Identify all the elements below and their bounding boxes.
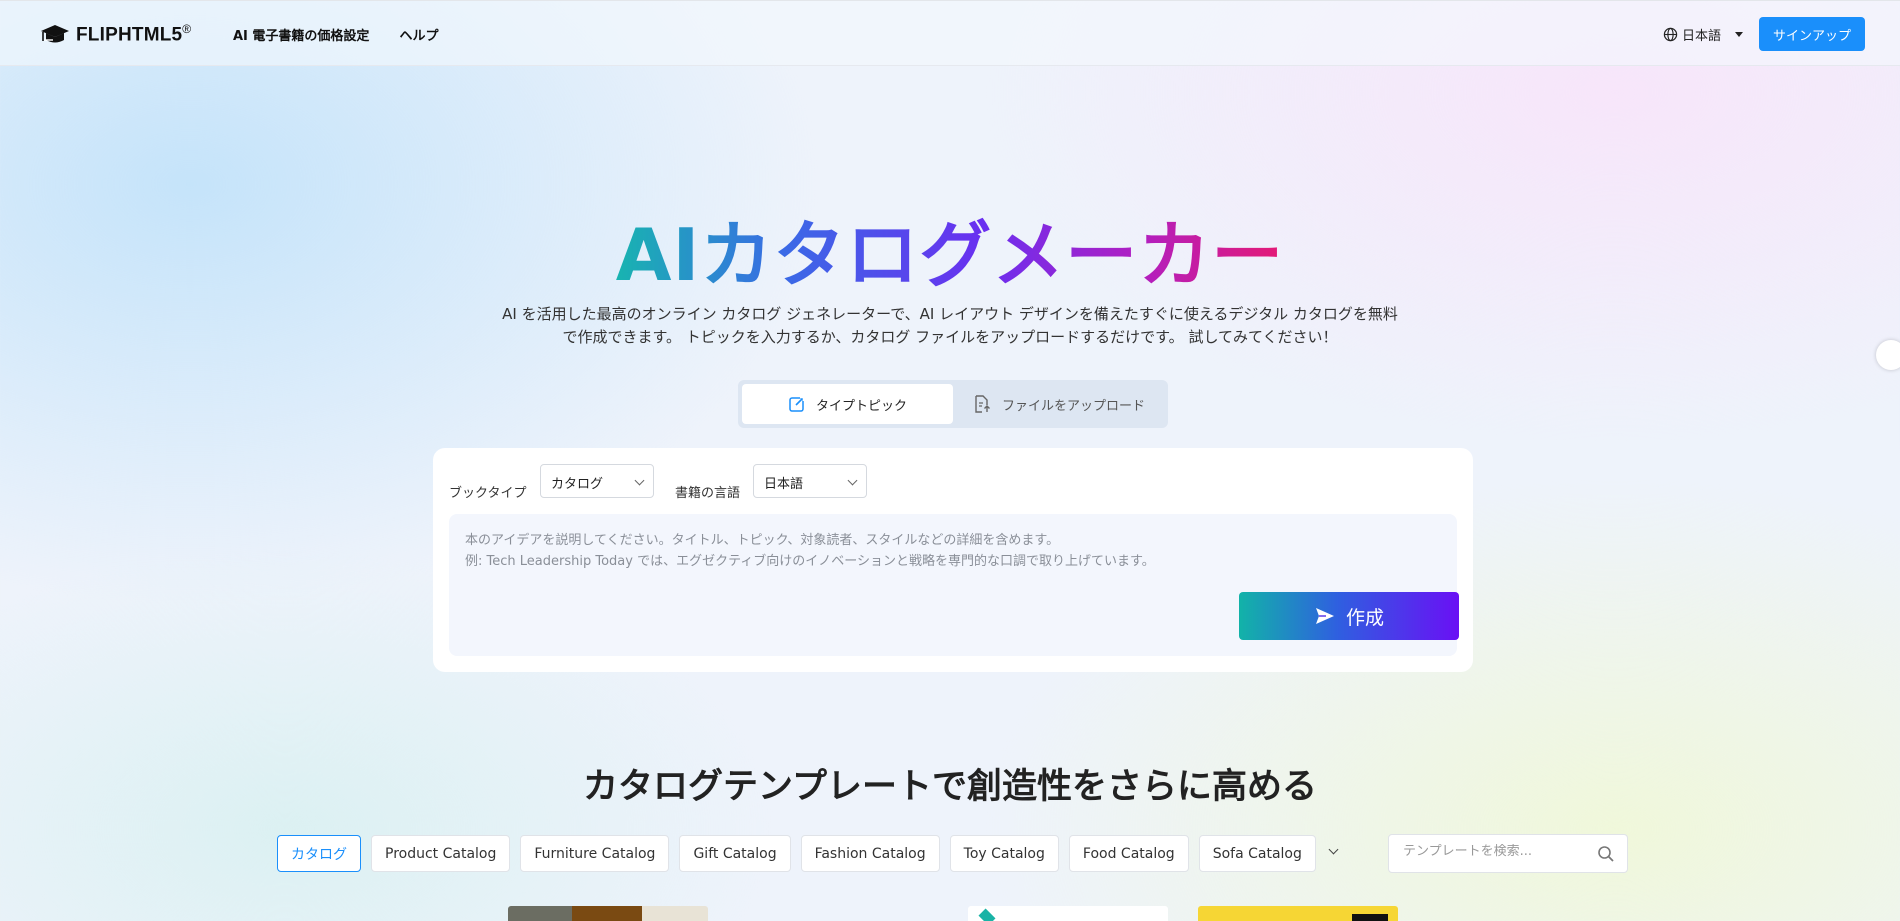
template-thumbnail[interactable] [1198,906,1398,921]
globe-icon [1663,27,1678,42]
more-categories-toggle[interactable] [1324,842,1344,862]
logo-text: FLIPHTML5® [76,22,192,46]
nav-pricing[interactable]: AI 電子書籍の価格設定 [233,25,369,44]
upload-file-icon [975,395,990,413]
tab-label: タイプトピック [815,398,907,414]
template-decoration [1352,914,1388,921]
signup-button[interactable]: サインアップ [1759,17,1865,51]
language-switcher[interactable]: 日本語 [1663,25,1744,44]
book-type-label: ブックタイプ [449,486,527,501]
send-icon [1315,608,1334,624]
chip-furniture-catalog[interactable]: Furniture Catalog [520,835,670,872]
search-icon[interactable] [1597,845,1615,863]
hero-description-line: AI を活用した最高のオンライン カタログ ジェネレーターで、AI レイアウト … [502,305,1398,323]
page-title: AIカタログメーカー [615,213,1285,297]
chip-product-catalog[interactable]: Product Catalog [371,835,511,872]
book-language-select[interactable]: 日本語 [753,464,867,498]
template-search [1388,834,1628,873]
placeholder-line: 本のアイデアを説明してください。タイトル、トピック、対象読者、スタイルなどの詳細… [465,533,1060,548]
book-type-select[interactable]: カタログ [540,464,654,498]
edit-icon [789,395,806,412]
tab-label: ファイルをアップロード [1001,398,1145,414]
main-nav: AI 電子書籍の価格設定 ヘルプ [233,25,438,44]
templates-section-title: カタログテンプレートで創造性をさらに高める [583,767,1317,807]
tab-type-topic[interactable]: タイプトピック [742,384,953,424]
chevron-down-icon [1328,844,1339,855]
placeholder-line: 例: Tech Leadership Today では、エグゼクティブ向けのイノ… [465,554,1155,569]
chip-catalog[interactable]: カタログ [277,835,361,872]
chip-sofa-catalog[interactable]: Sofa Catalog [1198,835,1316,872]
nav-help[interactable]: ヘルプ [399,25,438,44]
chevron-down-icon [847,475,858,486]
template-category-chips: カタログ Product Catalog Furniture Catalog G… [277,835,1316,872]
graduation-cap-icon [41,25,69,43]
top-header: FLIPHTML5® AI 電子書籍の価格設定 ヘルプ 日本語 サインアップ [0,0,1900,66]
chevron-down-icon [634,475,645,486]
topic-form-card: ブックタイプ カタログ 書籍の言語 日本語 本のアイデアを説明してください。タイ… [433,448,1473,672]
book-language-label: 書籍の言語 [675,486,741,501]
create-button[interactable]: 作成 [1239,592,1459,640]
template-search-input[interactable] [1403,844,1583,859]
book-language-value: 日本語 [764,477,804,492]
template-thumbnail[interactable] [508,906,708,921]
template-logo-icon [978,908,996,921]
chip-fashion-catalog[interactable]: Fashion Catalog [800,835,940,872]
chip-gift-catalog[interactable]: Gift Catalog [679,835,791,872]
mode-tabs: タイプトピック ファイルをアップロード [738,380,1168,428]
template-thumbnail[interactable] [968,906,1168,921]
chip-food-catalog[interactable]: Food Catalog [1068,835,1189,872]
hero-description-line: で作成できます。 トピックを入力するか、カタログ ファイルをアップロードするだけ… [562,328,1338,346]
book-type-value: カタログ [551,477,604,492]
create-label: 作成 [1345,606,1384,629]
chip-toy-catalog[interactable]: Toy Catalog [949,835,1059,872]
caret-down-icon [1735,32,1744,37]
floating-assistant-icon[interactable] [1876,340,1900,370]
logo[interactable]: FLIPHTML5® [40,22,191,46]
idea-placeholder: 本のアイデアを説明してください。タイトル、トピック、対象読者、スタイルなどの詳細… [465,530,1155,572]
hero-description: AI を活用した最高のオンライン カタログ ジェネレーターで、AI レイアウト … [470,303,1430,349]
idea-textarea[interactable]: 本のアイデアを説明してください。タイトル、トピック、対象読者、スタイルなどの詳細… [449,514,1459,656]
language-label: 日本語 [1682,29,1722,44]
tab-upload-file[interactable]: ファイルをアップロード [953,384,1164,424]
